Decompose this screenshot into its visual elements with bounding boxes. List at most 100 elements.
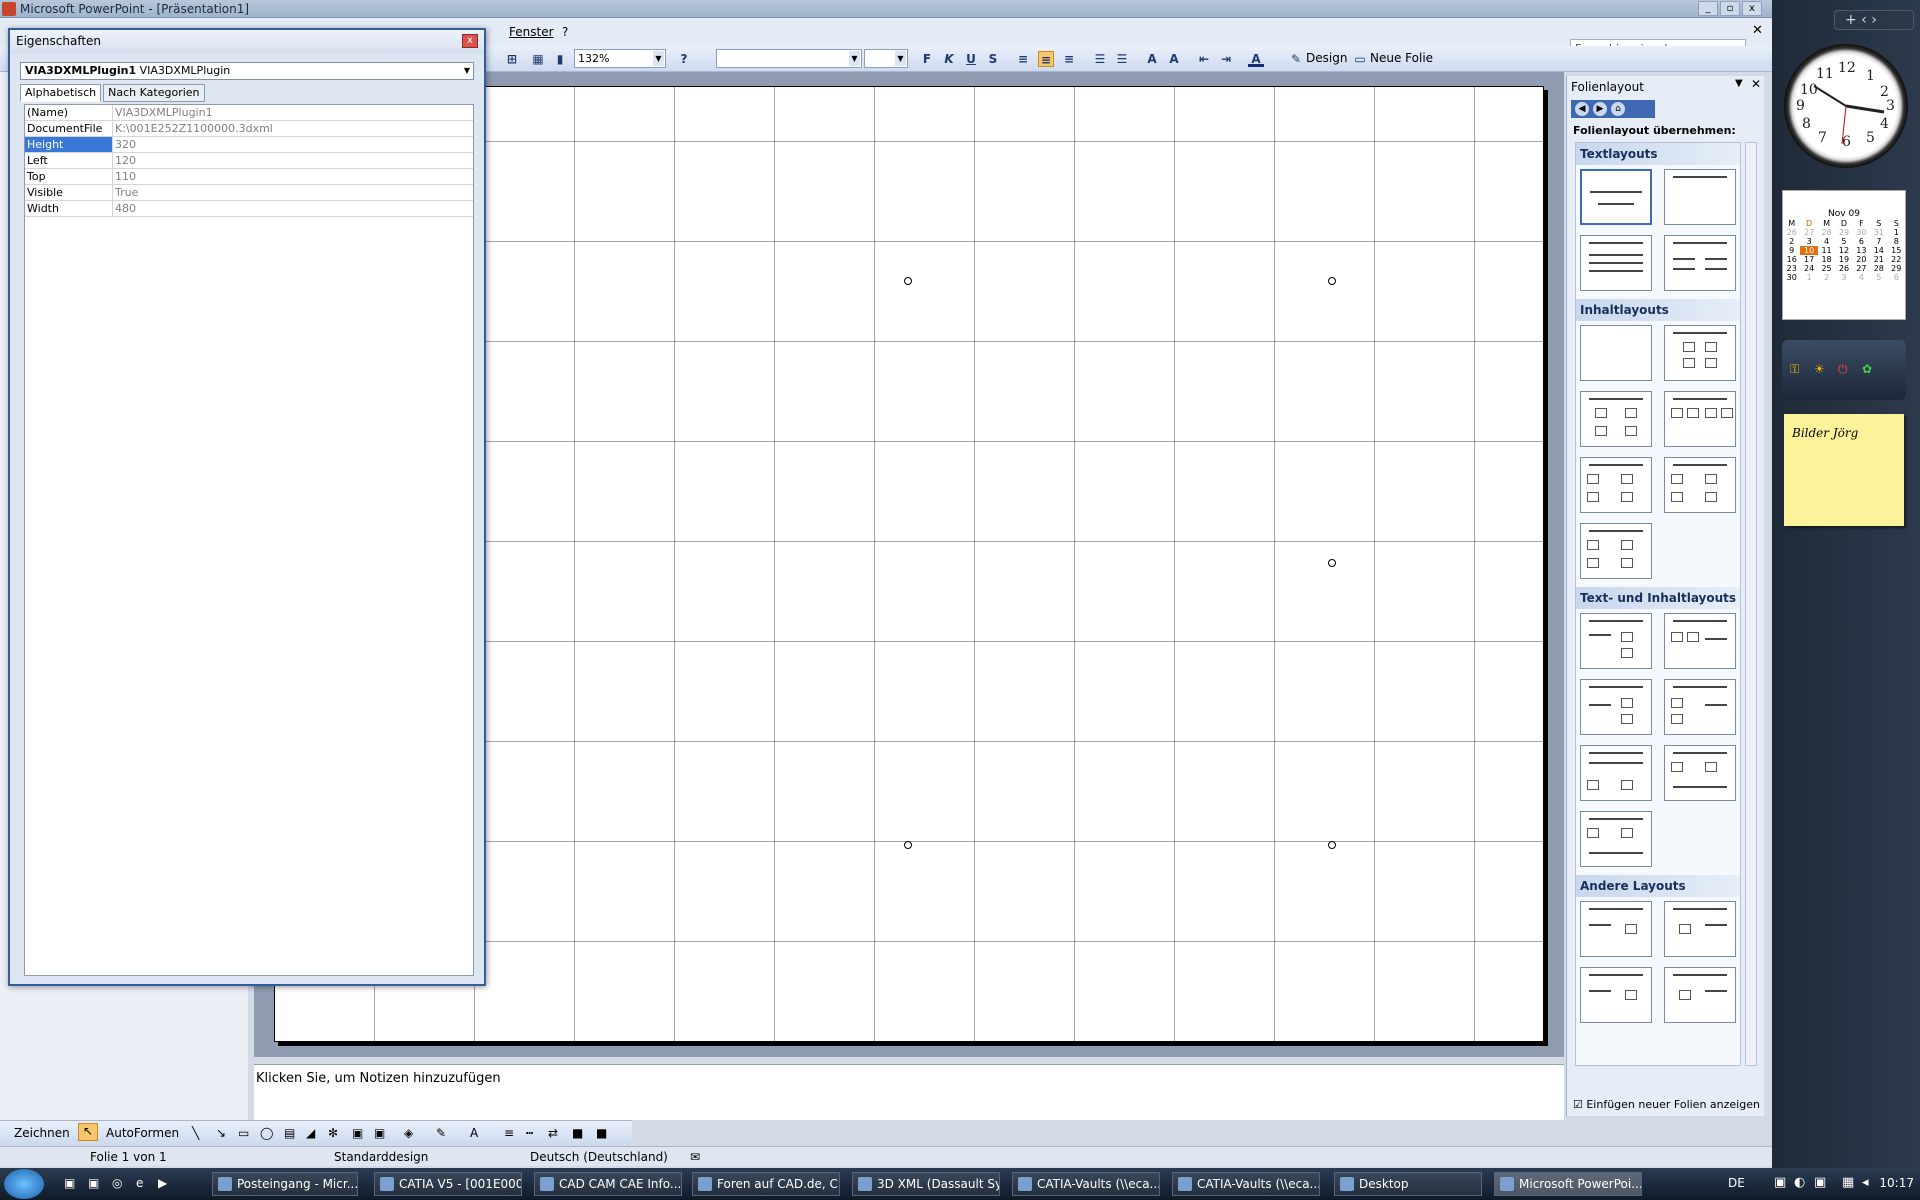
shrink-font-icon[interactable]: A (1166, 51, 1182, 67)
zoom-combo[interactable]: 132% ▼ (574, 49, 666, 68)
close-button[interactable]: x (1742, 1, 1762, 16)
resize-handle-top-left[interactable] (904, 277, 912, 285)
new-slide-button[interactable]: Neue Folie (1370, 49, 1433, 69)
line-icon[interactable]: ╲ (192, 1126, 199, 1140)
taskbar-item[interactable]: Posteingang - Micr... (212, 1172, 358, 1196)
layout-text-content-f[interactable] (1664, 745, 1736, 801)
design-icon[interactable]: ✎ (1288, 51, 1304, 67)
layout-text-content-d[interactable] (1664, 679, 1736, 735)
bold-button[interactable]: F (919, 51, 935, 67)
help-icon[interactable]: ? (676, 51, 692, 67)
increase-indent-icon[interactable]: ⇥ (1218, 51, 1234, 67)
spellcheck-icon[interactable]: ✉ (690, 1148, 700, 1166)
layout-clipart-text[interactable] (1664, 901, 1736, 957)
picture-icon[interactable]: ▣ (374, 1126, 385, 1140)
menu-help[interactable]: ? (562, 25, 568, 39)
menu-fenster[interactable]: Fenster (509, 25, 554, 39)
layout-chart-text[interactable] (1664, 967, 1736, 1023)
layout-title-only[interactable] (1664, 169, 1736, 225)
power-icon[interactable]: ⏻ (1838, 362, 1848, 377)
property-row[interactable]: Width 480 (25, 201, 473, 217)
layout-text-content-a[interactable] (1580, 613, 1652, 669)
quicklaunch-icon[interactable]: ▶ (158, 1176, 167, 1190)
taskbar-item[interactable]: 3D XML (Dassault Sy... (852, 1172, 1000, 1196)
font-size-combo[interactable]: ▼ (864, 49, 908, 68)
autoshapes-button[interactable]: AutoFormen (106, 1126, 179, 1140)
recycle-icon[interactable]: ✿ (1862, 362, 1872, 376)
align-right-icon[interactable]: ≡ (1061, 51, 1077, 67)
line-style-icon[interactable]: ≡ (504, 1126, 514, 1140)
resize-handle-bottom-right[interactable] (1328, 841, 1336, 849)
property-row[interactable]: DocumentFile K:\001E252Z1100000.3dxml (25, 121, 473, 137)
layout-text-clipart[interactable] (1580, 901, 1652, 957)
back-icon[interactable]: ◀ (1575, 102, 1589, 116)
property-value[interactable]: True (113, 185, 473, 200)
bullets-icon[interactable]: ☰ (1114, 51, 1130, 67)
chevron-down-icon[interactable]: ▼ (1735, 78, 1743, 89)
diagram-icon[interactable]: ✻ (328, 1126, 338, 1140)
quicklaunch-icon[interactable]: e (136, 1176, 143, 1190)
app-launcher-gadget[interactable]: ⚿ ☀ ⏻ ✿ (1782, 340, 1906, 400)
network-icon[interactable]: ▦ (1842, 1175, 1854, 1190)
notes-pane[interactable]: Klicken Sie, um Notizen hinzuzufügen (254, 1064, 1564, 1120)
start-button[interactable] (4, 1169, 44, 1199)
tab-alphabetisch[interactable]: Alphabetisch (20, 84, 102, 102)
layout-title-content[interactable] (1580, 391, 1652, 447)
layout-two-content[interactable] (1664, 391, 1736, 447)
arrow-icon[interactable]: ↘ (216, 1126, 226, 1140)
quicklaunch-icon[interactable]: ▣ (64, 1176, 75, 1190)
decrease-indent-icon[interactable]: ⇤ (1196, 51, 1212, 67)
property-value[interactable]: 480 (113, 201, 473, 216)
resize-handle-top-right[interactable] (1328, 277, 1336, 285)
home-icon[interactable]: ⌂ (1611, 102, 1625, 116)
volume-icon[interactable]: ◂ (1862, 1175, 1869, 1190)
clipart-icon[interactable]: ▣ (352, 1126, 363, 1140)
layout-text-content-b[interactable] (1664, 613, 1736, 669)
layout-two-column-text[interactable] (1664, 235, 1736, 291)
layout-title-slide[interactable] (1580, 169, 1652, 225)
color-icon[interactable]: ▮ (552, 51, 568, 67)
draw-menu-button[interactable]: Zeichnen (14, 1126, 70, 1140)
close-icon[interactable]: ✕ (1751, 77, 1761, 91)
property-value[interactable]: 110 (113, 169, 473, 184)
property-value[interactable]: 320 (113, 137, 473, 152)
taskbar-item[interactable]: CATIA V5 - [001E000... (374, 1172, 522, 1196)
sun-icon[interactable]: ☀ (1814, 362, 1825, 376)
taskbar-item[interactable]: CATIA-Vaults (\\eca... (1012, 1172, 1160, 1196)
tray-icon[interactable]: ◐ (1794, 1175, 1805, 1190)
property-value[interactable]: VIA3DXMLPlugin1 (113, 105, 473, 120)
powerpoint-app-icon[interactable] (2, 2, 16, 16)
sidebar-add-gadget[interactable]: + ‹ › (1834, 10, 1914, 30)
select-arrow-icon[interactable]: ↖ (78, 1123, 98, 1141)
quicklaunch-icon[interactable]: ▣ (88, 1176, 99, 1190)
grid-icon[interactable]: ▦ (530, 51, 546, 67)
forward-icon[interactable]: ▶ (1593, 102, 1607, 116)
property-value[interactable]: K:\001E252Z1100000.3dxml (113, 121, 473, 136)
font-combo[interactable]: ▼ (716, 49, 862, 68)
shadow-button[interactable]: S (985, 51, 1001, 67)
tab-nach-kategorien[interactable]: Nach Kategorien (103, 84, 205, 102)
property-row[interactable]: Height 320 (25, 137, 473, 153)
shadow-icon[interactable]: ■ (572, 1126, 583, 1140)
clock-gadget[interactable]: 12 1 2 3 4 5 6 7 8 9 10 11 (1784, 44, 1908, 168)
layout-text-content-e[interactable] (1580, 745, 1652, 801)
layout-content-quad-a[interactable] (1580, 457, 1652, 513)
layout-title-text[interactable] (1580, 235, 1652, 291)
layout-text-chart[interactable] (1580, 967, 1652, 1023)
maximize-button[interactable]: ▫ (1720, 1, 1740, 16)
taskbar-item-active[interactable]: Microsoft PowerPoi... (1494, 1172, 1642, 1196)
taskbar-item[interactable]: Foren auf CAD.de, C... (692, 1172, 840, 1196)
taskbar-clock[interactable]: 10:17 (1879, 1176, 1914, 1190)
layout-text-content-c[interactable] (1580, 679, 1652, 735)
table-icon[interactable]: ⊞ (504, 51, 520, 67)
align-left-icon[interactable]: ≡ (1015, 51, 1031, 67)
align-center-icon[interactable]: ≡ (1038, 51, 1054, 67)
tray-icon[interactable]: ▣ (1774, 1175, 1786, 1190)
3d-icon[interactable]: ■ (596, 1126, 607, 1140)
layout-text-content-g[interactable] (1580, 811, 1652, 867)
layout-content[interactable] (1664, 325, 1736, 381)
property-row[interactable]: Visible True (25, 185, 473, 201)
taskbar-item[interactable]: CATIA-Vaults (\\eca... (1172, 1172, 1320, 1196)
line-color-icon[interactable]: ✎ (436, 1126, 446, 1140)
quicklaunch-icon[interactable]: ◎ (112, 1176, 122, 1190)
